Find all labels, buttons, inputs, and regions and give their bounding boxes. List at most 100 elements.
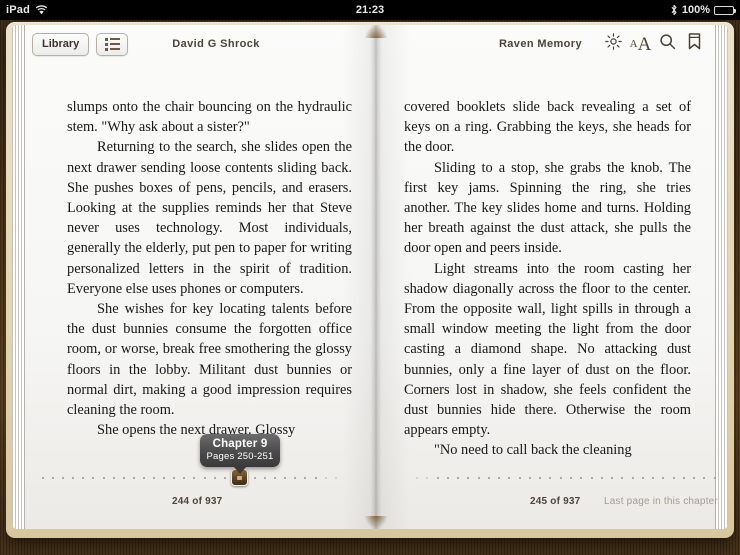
slider-dot	[163, 477, 166, 479]
slider-dot	[173, 477, 176, 479]
slider-dot	[183, 477, 186, 479]
slider-dot	[487, 477, 490, 479]
book-title: Raven Memory	[498, 38, 582, 50]
slider-dot	[549, 477, 552, 479]
slider-dot	[580, 477, 583, 479]
slider-dot	[294, 477, 297, 479]
toolbar-left: Library David G Shrock	[32, 25, 362, 63]
slider-dot	[611, 477, 614, 479]
slider-dot	[122, 477, 125, 479]
slider-dot	[82, 477, 85, 479]
slider-dot	[253, 477, 256, 479]
bookmark-icon	[688, 33, 701, 55]
slider-dot	[213, 477, 216, 479]
slider-dot	[264, 477, 267, 479]
slider-dot	[693, 477, 696, 479]
left-page-counter: 244 of 937	[172, 496, 223, 507]
slider-dot	[223, 477, 226, 479]
paragraph: Returning to the search, she slides open…	[67, 139, 352, 297]
tooltip-chapter: Chapter 9	[212, 438, 268, 450]
slider-dot	[631, 477, 634, 479]
slider-dot	[498, 477, 501, 479]
list-icon	[104, 37, 120, 51]
slider-dot	[713, 477, 716, 479]
slider-dot	[559, 477, 562, 479]
slider-dot	[508, 477, 511, 479]
slider-dot	[334, 477, 337, 479]
slider-dot	[539, 477, 542, 479]
slider-dot	[193, 477, 196, 479]
paragraph: Light streams into the room casting her …	[404, 260, 691, 439]
slider-dots-left	[42, 476, 337, 480]
paragraph: covered booklets slide back revealing a …	[404, 99, 691, 156]
table-of-contents-button[interactable]	[96, 32, 129, 56]
slider-dot	[284, 477, 287, 479]
left-page-text: slumps onto the chair bouncing on the hy…	[67, 97, 352, 440]
paragraph: "No need to call back the cleaning	[434, 442, 632, 459]
paragraph: slumps onto the chair bouncing on the hy…	[67, 99, 352, 136]
slider-dot	[42, 477, 44, 479]
slider-dot	[153, 477, 156, 479]
brightness-button[interactable]	[600, 31, 627, 57]
chapter-tooltip: Chapter 9 Pages 250-251	[200, 434, 280, 474]
battery-percent: 100%	[681, 4, 710, 16]
slider-dot	[426, 477, 429, 479]
slider-dot	[600, 477, 603, 479]
slider-dot	[436, 477, 439, 479]
pages-area: slumps onto the chair bouncing on the hy…	[12, 25, 728, 529]
font-size-button[interactable]: AA	[627, 31, 654, 57]
slider-dot	[477, 477, 480, 479]
slider-dot	[62, 477, 65, 479]
right-page-counter: 245 of 937	[530, 496, 581, 507]
status-bar-right: 100%	[670, 0, 736, 20]
brightness-icon	[605, 33, 622, 55]
search-button[interactable]	[654, 31, 681, 57]
slider-dot	[518, 477, 521, 479]
tooltip-pages: Pages 250-251	[206, 451, 274, 462]
slider-dot	[457, 477, 460, 479]
slider-dot	[682, 477, 685, 479]
right-page-text: covered booklets slide back revealing a …	[404, 97, 691, 461]
bookmark-button[interactable]	[681, 31, 708, 57]
slider-dot	[621, 477, 624, 479]
slider-dot	[446, 477, 449, 479]
font-size-small-a: A	[629, 37, 638, 50]
slider-dot	[528, 477, 531, 479]
paragraph: She wishes for key locating talents befo…	[67, 301, 352, 419]
slider-dot	[569, 477, 572, 479]
slider-dot	[662, 477, 665, 479]
slider-dot	[672, 477, 675, 479]
font-size-big-a: A	[637, 33, 652, 55]
ipad-screen: iPad 21:23 100% slumps onto the chair bo…	[0, 0, 740, 555]
slider-dot	[132, 477, 135, 479]
slider-dot	[142, 477, 145, 479]
slider-dot	[416, 477, 418, 479]
slider-dot	[590, 477, 593, 479]
chapter-hint: Last page in this chapter	[604, 496, 718, 507]
slider-dot	[203, 477, 206, 479]
library-button[interactable]: Library	[32, 32, 90, 56]
slider-dot	[641, 477, 644, 479]
slider-dot	[102, 477, 105, 479]
book: slumps onto the chair bouncing on the hy…	[6, 22, 734, 538]
battery-full-icon	[714, 5, 736, 15]
search-icon	[659, 33, 676, 55]
bluetooth-icon	[670, 4, 678, 16]
slider-dot	[703, 477, 706, 479]
right-page[interactable]: covered booklets slide back revealing a …	[364, 25, 715, 529]
slider-dot	[52, 477, 55, 479]
author-name: David G Shrock	[172, 38, 260, 50]
slider-dots-right	[416, 476, 716, 480]
page-slider[interactable]	[12, 469, 728, 486]
slider-dot	[92, 477, 95, 479]
slider-dot	[304, 477, 307, 479]
paragraph: Sliding to a stop, she grabs the knob. T…	[404, 159, 691, 257]
page-stack-right	[715, 25, 728, 529]
slider-dot	[274, 477, 277, 479]
slider-dot	[324, 477, 327, 479]
slider-dot	[72, 477, 75, 479]
page-stack-left	[12, 25, 25, 529]
slider-dot	[652, 477, 655, 479]
slider-dot	[467, 477, 470, 479]
toolbar-right: Raven Memory A A	[378, 25, 708, 63]
